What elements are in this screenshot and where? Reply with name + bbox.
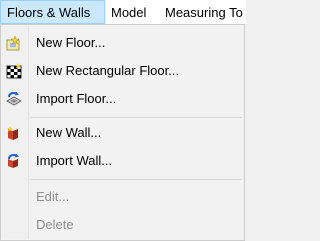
import-floor-icon bbox=[6, 91, 22, 106]
menu-item-new-wall[interactable]: New Wall... bbox=[3, 122, 242, 144]
edit-label: Edit... bbox=[36, 189, 70, 204]
menu-floors-and-walls[interactable]: Floors & Walls bbox=[0, 0, 105, 24]
menu-separator bbox=[31, 117, 242, 118]
import-wall-label: Import Wall... bbox=[36, 153, 113, 168]
new-wall-icon bbox=[7, 126, 18, 140]
delete-label: Delete bbox=[36, 217, 74, 232]
menu-item-import-floor[interactable]: Import Floor... bbox=[3, 88, 242, 110]
new-wall-label: New Wall... bbox=[36, 125, 102, 140]
menu-item-import-wall[interactable]: Import Wall... bbox=[3, 150, 242, 172]
new-floor-icon bbox=[6, 35, 20, 51]
new-floor-label: New Floor... bbox=[36, 35, 106, 50]
import-floor-label: Import Floor... bbox=[36, 91, 117, 106]
menu-item-edit[interactable]: Edit... bbox=[3, 186, 242, 208]
import-wall-icon bbox=[8, 153, 19, 168]
new-rectangular-floor-label: New Rectangular Floor... bbox=[36, 63, 180, 78]
new-rectangular-floor-icon bbox=[6, 63, 22, 79]
menu-separator bbox=[31, 179, 242, 180]
menu-bar: Floors & Walls Model Measuring To bbox=[0, 0, 246, 25]
menu-item-delete[interactable]: Delete bbox=[3, 214, 242, 236]
floors-and-walls-dropdown: New Floor... New Rectangular Floor... Im… bbox=[0, 24, 245, 241]
menu-measuring-tools[interactable]: Measuring To bbox=[159, 0, 249, 24]
menu-item-new-floor[interactable]: New Floor... bbox=[3, 32, 242, 54]
menu-item-new-rectangular-floor[interactable]: New Rectangular Floor... bbox=[3, 60, 242, 82]
menu-model[interactable]: Model bbox=[105, 0, 152, 24]
